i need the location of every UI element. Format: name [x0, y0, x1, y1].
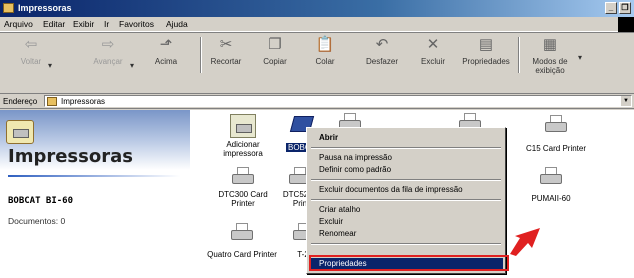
forward-dropdown-icon[interactable]: ▾ [130, 61, 134, 70]
back-label: Voltar [20, 57, 42, 66]
cut-label: Recortar [210, 57, 242, 66]
printer-icon [542, 114, 570, 136]
menu-arquivo[interactable]: Arquivo [4, 19, 33, 29]
dtc300-label-line2: Printer [231, 199, 255, 208]
add-printer-item[interactable]: Adicionar impressora [218, 114, 268, 158]
context-menu: Abrir Pausa na impressão Definir como pa… [306, 127, 506, 274]
back-arrow-icon: ⇦ [24, 36, 38, 53]
add-printer-label-line2: impressora [223, 149, 263, 158]
up-button[interactable]: ⬏ Acima [150, 35, 182, 66]
menu-ir[interactable]: Ir [104, 19, 109, 29]
back-dropdown-icon[interactable]: ▾ [48, 61, 52, 70]
forward-arrow-icon: ⇨ [101, 36, 115, 53]
dtc300-label-line1: DTC300 Card [218, 190, 268, 199]
printer-icon [229, 166, 257, 188]
printers-folder-icon [47, 97, 57, 106]
views-label: Modos de exibição [528, 57, 572, 75]
copy-button[interactable]: ❐ Copiar [258, 35, 292, 66]
address-bar: Endereço Impressoras ▼ [0, 94, 634, 109]
minimize-button[interactable]: _ [605, 2, 617, 14]
up-label: Acima [154, 57, 178, 66]
quatro-printer-label: Quatro Card Printer [207, 250, 277, 259]
views-label-line1: Modos de [532, 57, 568, 66]
toolbar-separator [518, 37, 520, 73]
window-title: Impressoras [18, 3, 72, 13]
undo-icon: ↶ [375, 36, 389, 53]
dtc520-label-line2: Prin [292, 199, 308, 208]
web-view-pane: Impressoras BOBCAT BI-60 Documentos: 0 [0, 110, 190, 278]
ctx-rename[interactable]: Renomear [309, 228, 503, 240]
menu-editar[interactable]: Editar [43, 19, 65, 29]
printer-icon [228, 222, 256, 244]
properties-button[interactable]: ▤ Propriedades [460, 35, 512, 66]
toolbar-separator [200, 37, 202, 73]
address-value: Impressoras [61, 97, 106, 106]
ctx-create-shortcut[interactable]: Criar atalho [309, 204, 503, 216]
add-printer-label: Adicionar impressora [218, 140, 268, 158]
forward-label: Avançar [93, 57, 123, 66]
views-dropdown-icon[interactable]: ▾ [578, 53, 582, 62]
annotation-highlight-box [309, 255, 509, 271]
menu-bar: Arquivo Editar Exibir Ir Favoritos Ajuda [0, 17, 634, 32]
paste-label: Colar [315, 57, 335, 66]
annotation-arrow-icon [510, 228, 540, 256]
delete-button[interactable]: ✕ Excluir [418, 35, 448, 66]
ctx-separator [311, 179, 501, 181]
ctx-pause[interactable]: Pausa na impressão [309, 152, 503, 164]
pumaii-printer-label: PUMAII-60 [531, 194, 571, 203]
delete-x-icon: ✕ [426, 36, 440, 53]
ctx-separator [311, 147, 501, 149]
scissors-icon: ✂ [219, 36, 233, 53]
address-dropdown-icon[interactable]: ▼ [621, 96, 631, 106]
title-bar: Impressoras _ ❐ [0, 0, 634, 17]
dtc300-printer-item[interactable]: DTC300 Card Printer [216, 166, 270, 208]
back-button[interactable]: ⇦ Voltar [16, 35, 46, 66]
printers-folder-icon [3, 3, 14, 13]
paste-icon: 📋 [315, 36, 335, 53]
selected-printer-name: BOBCAT BI-60 [8, 196, 74, 206]
printers-folder-large-icon [6, 120, 34, 144]
ctx-delete[interactable]: Excluir [309, 216, 503, 228]
documents-count: Documentos: 0 [8, 216, 66, 226]
c15-printer-label: C15 Card Printer [525, 144, 587, 153]
ctx-open[interactable]: Abrir [309, 132, 503, 144]
printer-icon [537, 166, 565, 188]
delete-label: Excluir [420, 57, 445, 66]
pumaii-printer-item[interactable]: PUMAII-60 [522, 166, 580, 203]
views-button[interactable]: ▦ Modos de exibição [528, 35, 572, 75]
pane-title: Impressoras [8, 146, 133, 167]
c15-printer-item[interactable]: C15 Card Printer [518, 114, 594, 153]
toolbar: ⇦ Voltar ▾ ⇨ Avançar ▾ ⬏ Acima ✂ Recorta… [0, 32, 634, 94]
restore-button[interactable]: ❐ [619, 2, 631, 14]
menu-favoritos[interactable]: Favoritos [119, 19, 154, 29]
add-printer-icon [230, 114, 256, 138]
properties-label: Propriedades [462, 57, 510, 66]
ctx-separator [311, 243, 501, 245]
properties-icon: ▤ [478, 36, 494, 53]
undo-label: Desfazer [365, 57, 398, 66]
windows-logo-icon [618, 17, 634, 32]
quatro-printer-item[interactable]: Quatro Card Printer [202, 222, 282, 259]
views-label-line2: exibição [535, 66, 565, 75]
add-printer-label-line1: Adicionar [226, 140, 260, 149]
copy-icon: ❐ [268, 36, 282, 53]
address-field[interactable]: Impressoras ▼ [44, 95, 632, 107]
ctx-purge-queue[interactable]: Excluir documentos da fila de impressão [309, 184, 503, 196]
copy-label: Copiar [263, 57, 287, 66]
address-label: Endereço [3, 97, 38, 106]
dtc300-printer-label: DTC300 Card Printer [216, 190, 270, 208]
ctx-set-default[interactable]: Definir como padrão [309, 164, 503, 176]
undo-button[interactable]: ↶ Desfazer [364, 35, 400, 66]
folder-up-icon: ⬏ [159, 36, 173, 53]
paste-button[interactable]: 📋 Colar [310, 35, 340, 66]
forward-button[interactable]: ⇨ Avançar [88, 35, 128, 66]
menu-exibir[interactable]: Exibir [73, 19, 94, 29]
cut-button[interactable]: ✂ Recortar [206, 35, 246, 66]
pane-divider [8, 175, 180, 177]
views-icon: ▦ [542, 36, 558, 53]
ctx-separator [311, 199, 501, 201]
menu-ajuda[interactable]: Ajuda [166, 19, 188, 29]
